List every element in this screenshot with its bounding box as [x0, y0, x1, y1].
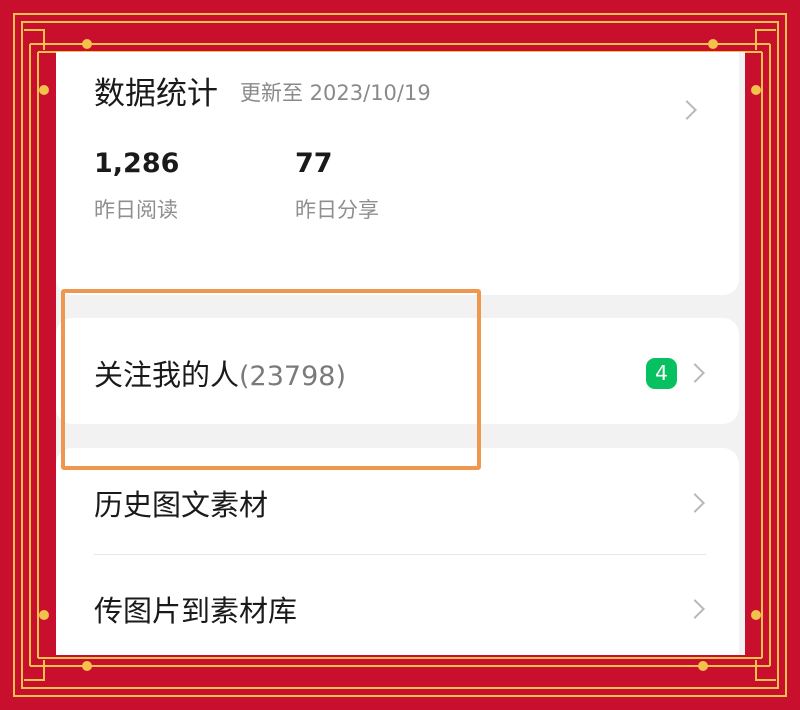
stats-updated-date: 更新至 2023/10/19 — [240, 81, 431, 105]
metric-value-shares: 77 — [295, 148, 333, 179]
menu-item-label: 历史图文素材 — [94, 488, 269, 522]
chevron-right-icon[interactable] — [685, 363, 705, 383]
stats-title: 数据统计 — [94, 76, 218, 112]
stats-card[interactable]: 数据统计 更新至 2023/10/19 1,286 昨日阅读 77 昨日分享 — [56, 52, 739, 295]
chevron-right-icon[interactable] — [685, 493, 705, 513]
metric-label-reads: 昨日阅读 — [94, 198, 178, 222]
materials-menu: 历史图文素材 传图片到素材库 — [56, 448, 739, 655]
highlight-annotation-box — [61, 289, 481, 470]
notification-badge: 4 — [646, 358, 677, 389]
chevron-right-icon[interactable] — [677, 100, 697, 120]
menu-item-label: 传图片到素材库 — [94, 594, 298, 628]
divider — [94, 554, 706, 555]
metric-value-reads: 1,286 — [94, 148, 180, 179]
metric-label-shares: 昨日分享 — [295, 198, 379, 222]
chevron-right-icon[interactable] — [685, 599, 705, 619]
